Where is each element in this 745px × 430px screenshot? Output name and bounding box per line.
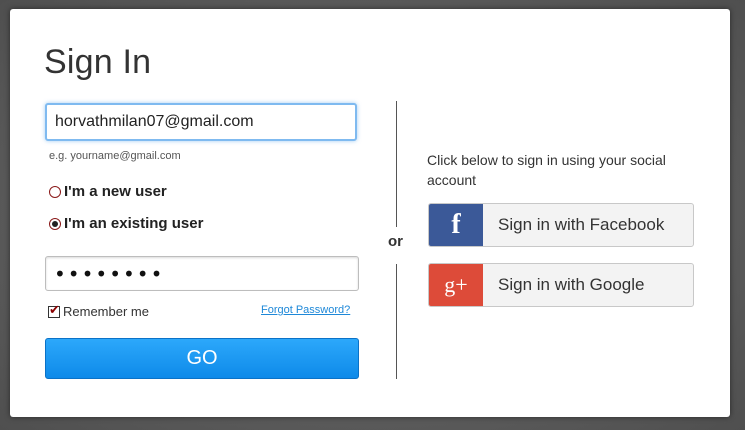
remember-me-checkbox[interactable]: ✔ xyxy=(48,302,60,318)
google-button-label: Sign in with Google xyxy=(498,275,645,294)
vertical-divider xyxy=(396,264,397,379)
go-button[interactable]: GO xyxy=(45,338,359,379)
new-user-label: I'm a new user xyxy=(64,183,167,200)
facebook-sign-in-button[interactable]: f Sign in with Facebook xyxy=(428,203,694,247)
facebook-button-label: Sign in with Facebook xyxy=(498,215,665,234)
google-plus-icon: g+ xyxy=(429,264,483,306)
new-user-radio[interactable] xyxy=(49,185,61,198)
vertical-divider xyxy=(396,101,397,227)
or-separator: or xyxy=(388,233,403,250)
existing-user-radio[interactable] xyxy=(49,217,61,230)
social-intro-text: Click below to sign in using your social… xyxy=(427,152,666,188)
new-user-radio-option[interactable]: I'm a new user xyxy=(49,183,167,200)
email-hint: e.g. yourname@gmail.com xyxy=(49,150,181,162)
page-title: Sign In xyxy=(44,43,152,81)
forgot-password-link[interactable]: Forgot Password? xyxy=(261,304,350,316)
sign-in-dialog: Sign In e.g. yourname@gmail.com I'm a ne… xyxy=(10,9,730,417)
password-field[interactable] xyxy=(45,256,359,291)
existing-user-label: I'm an existing user xyxy=(64,215,204,232)
facebook-icon: f xyxy=(429,204,483,246)
existing-user-radio-option[interactable]: I'm an existing user xyxy=(49,215,203,232)
remember-me-label: Remember me xyxy=(63,304,149,319)
remember-me-option[interactable]: ✔ Remember me xyxy=(48,302,149,319)
email-field[interactable] xyxy=(45,103,357,141)
google-sign-in-button[interactable]: g+ Sign in with Google xyxy=(428,263,694,307)
